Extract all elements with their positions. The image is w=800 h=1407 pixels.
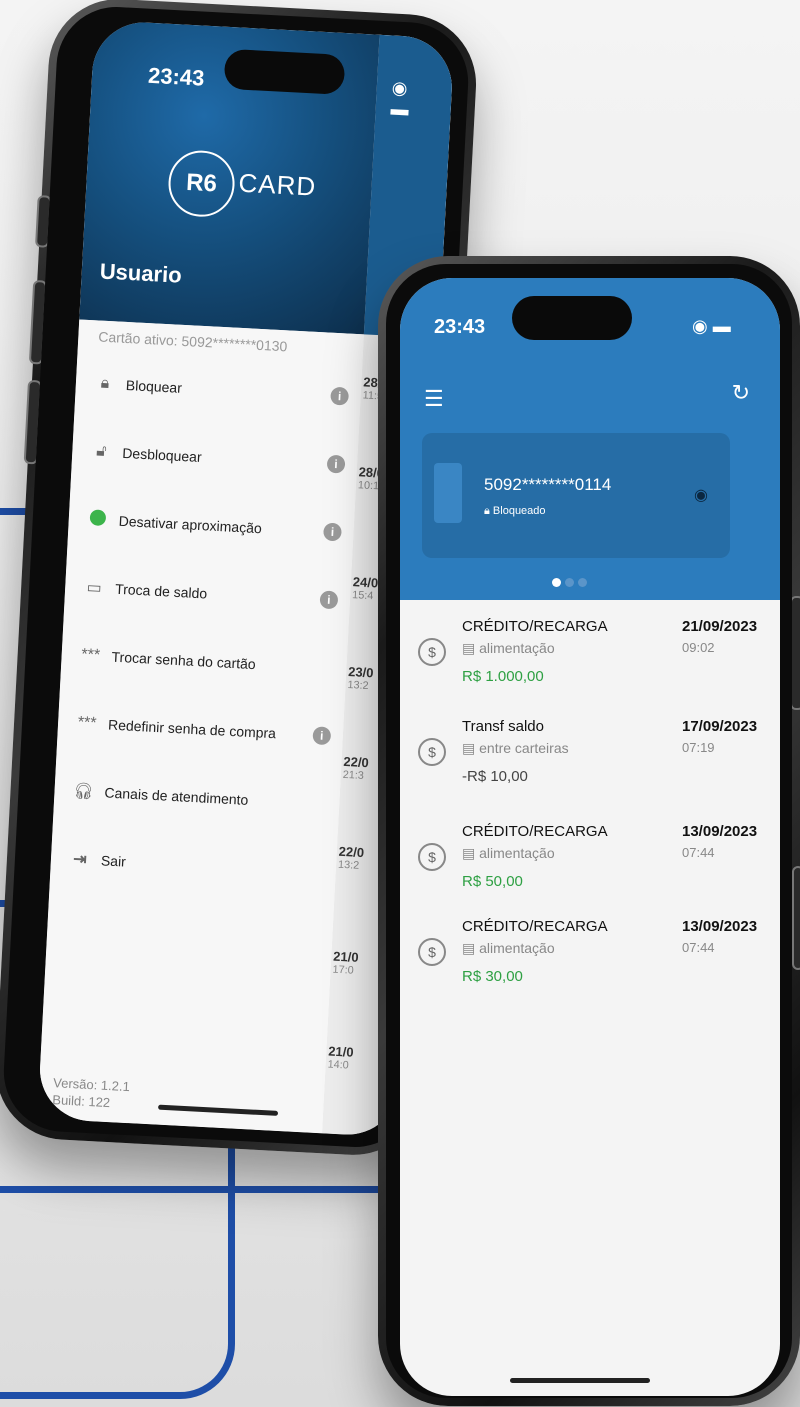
card-tile[interactable]: 5092********0114 🔒︎ Bloqueado ◉ xyxy=(422,433,730,558)
password-icon: *** xyxy=(80,646,101,664)
peek-entry: 23/0 13:2 xyxy=(347,664,374,693)
menu-item-label: Desativar aproximação xyxy=(118,512,263,537)
dynamic-island xyxy=(223,48,346,95)
headset-icon: 🎧︎ xyxy=(72,782,95,801)
info-icon[interactable]: i xyxy=(319,590,339,610)
dollar-coin-icon: $ xyxy=(418,843,446,871)
menu-item-sair[interactable]: ⇥ Sair xyxy=(68,844,324,887)
card-icon xyxy=(434,463,462,523)
transaction-category: ▤ alimentação xyxy=(462,640,555,656)
transaction-amount: R$ 50,00 xyxy=(462,873,523,890)
home-indicator[interactable] xyxy=(510,1378,650,1383)
refresh-icon[interactable]: ↻ xyxy=(732,380,750,406)
info-icon[interactable]: i xyxy=(326,454,346,474)
menu-item-bloquear[interactable]: 🔒︎ Bloquear i xyxy=(93,368,350,411)
info-icon[interactable]: i xyxy=(330,386,350,406)
transaction-date: 21/09/2023 xyxy=(682,618,758,635)
lock-icon: 🔒︎ xyxy=(484,505,490,517)
app-logo: R6 xyxy=(166,148,237,219)
menu-item-troca-de-saldo[interactable]: ▭ Troca de saldo i xyxy=(82,572,339,615)
unlock-icon: 🔓︎ xyxy=(95,442,108,461)
peek-entry: 22/0 21:3 xyxy=(342,753,370,782)
transaction-category: ▤ alimentação xyxy=(462,845,555,861)
transaction-amount: -R$ 10,00 xyxy=(462,768,528,785)
transaction-date: 13/09/2023 xyxy=(682,823,758,840)
peek-entry: 24/0 15:4 xyxy=(351,574,379,603)
transaction-title: Transf saldo xyxy=(462,718,544,735)
transaction-time: 07:19 xyxy=(682,740,715,755)
info-icon[interactable]: i xyxy=(323,522,342,542)
menu-item-trocar-senha-cartao[interactable]: *** Trocar senha do cartão xyxy=(79,640,335,683)
status-time: 23:43 xyxy=(434,316,486,338)
menu-item-desbloquear[interactable]: 🔓︎ Desbloquear i xyxy=(90,436,346,479)
transaction-row[interactable]: $ CRÉDITO/RECARGA ▤ alimentação R$ 1.000… xyxy=(400,618,780,718)
transactions-screen: 23:43 ◉ ▬ ☰ ↻ 5092********0114 🔒︎ Bloque… xyxy=(400,278,780,1396)
menu-item-desativar-aproximacao[interactable]: Desativar aproximação i xyxy=(86,504,342,547)
transaction-category: ▤ alimentação xyxy=(462,940,555,956)
menu-item-label: Troca de saldo xyxy=(114,580,208,602)
card-number: 5092********0114 xyxy=(484,475,612,494)
exit-icon: ⇥ xyxy=(72,850,88,869)
transaction-row[interactable]: $ Transf saldo ▤ entre carteiras -R$ 10,… xyxy=(400,718,780,818)
app-logo-text: CARD xyxy=(237,167,317,202)
drawer-menu: Cartão ativo: 5092********0130 🔒︎ Bloque… xyxy=(37,319,364,1134)
peek-entry: 22/0 13:2 xyxy=(337,843,365,872)
transaction-amount: R$ 30,00 xyxy=(462,968,523,985)
card-status-label: Bloqueado xyxy=(492,505,546,517)
transaction-time: 09:02 xyxy=(682,640,715,655)
menu-item-label: Desbloquear xyxy=(121,444,203,466)
lock-icon: 🔒︎ xyxy=(100,374,110,393)
menu-item-redefinir-senha-compra[interactable]: *** Redefinir senha de compra i xyxy=(75,708,332,751)
menu-item-label: Trocar senha do cartão xyxy=(111,648,257,673)
card-status: 🔒︎ Bloqueado xyxy=(484,505,546,518)
transaction-date: 13/09/2023 xyxy=(682,918,758,935)
peek-entry: 21/0 14:0 xyxy=(327,1043,354,1072)
menu-item-label: Redefinir senha de compra xyxy=(107,716,277,742)
transaction-date: 17/09/2023 xyxy=(682,718,758,735)
menu-icon[interactable]: ☰ xyxy=(424,386,444,412)
dynamic-island xyxy=(512,296,632,340)
app-header: 23:43 ◉ ▬ ☰ ↻ 5092********0114 🔒︎ Bloque… xyxy=(400,278,780,600)
password-icon: *** xyxy=(77,713,97,732)
app-version: Versão: 1.2.1 Build: 122 xyxy=(52,1074,130,1112)
transaction-title: CRÉDITO/RECARGA xyxy=(462,823,608,840)
wifi-battery-icon: ◉ ▬ xyxy=(692,316,731,336)
dollar-coin-icon: $ xyxy=(418,738,446,766)
transaction-category: ▤ entre carteiras xyxy=(462,740,569,756)
transaction-amount: R$ 1.000,00 xyxy=(462,668,544,685)
transaction-time: 07:44 xyxy=(682,940,715,955)
menu-item-label: Bloquear xyxy=(125,376,183,396)
dollar-coin-icon: $ xyxy=(418,638,446,666)
dollar-coin-icon: $ xyxy=(418,938,446,966)
carousel-dots[interactable] xyxy=(550,574,589,592)
contactless-toggle-icon xyxy=(86,508,109,531)
user-name: Usuario xyxy=(99,258,183,288)
menu-item-label: Canais de atendimento xyxy=(104,784,249,808)
transaction-title: CRÉDITO/RECARGA xyxy=(462,618,608,635)
status-time: 23:43 xyxy=(147,62,205,91)
peek-entry: 21/0 17:0 xyxy=(332,948,359,977)
transaction-title: CRÉDITO/RECARGA xyxy=(462,918,608,935)
menu-item-label: Sair xyxy=(100,852,127,870)
info-icon[interactable]: i xyxy=(312,726,332,746)
transaction-row[interactable]: $ CRÉDITO/RECARGA ▤ alimentação R$ 50,00… xyxy=(400,823,780,923)
phone-side-button xyxy=(792,866,800,970)
eye-icon[interactable]: ◉ xyxy=(694,485,708,505)
transaction-row[interactable]: $ CRÉDITO/RECARGA ▤ alimentação R$ 30,00… xyxy=(400,918,780,1018)
decor-line xyxy=(0,1130,235,1399)
card-swap-icon: ▭ xyxy=(86,579,103,597)
active-card-label: Cartão ativo: 5092********0130 xyxy=(97,328,288,355)
phone-transactions-view: 23:43 ◉ ▬ ☰ ↻ 5092********0114 🔒︎ Bloque… xyxy=(378,256,800,1406)
menu-item-canais-atendimento[interactable]: 🎧︎ Canais de atendimento xyxy=(72,776,328,819)
transaction-time: 07:44 xyxy=(682,845,715,860)
wifi-battery-icon: ◉ ▬ xyxy=(390,77,410,120)
